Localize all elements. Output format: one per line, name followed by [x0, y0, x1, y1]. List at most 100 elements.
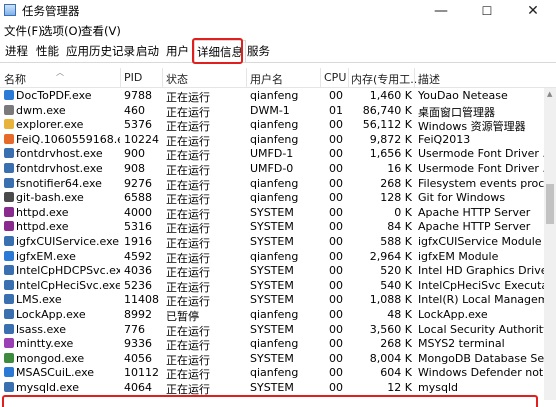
table-row[interactable]: git-bash.exe 6588 正在运行 qianfeng 00 128 K Git f… — [0, 190, 544, 206]
process-name: IntelCpHeciSvc.exe — [16, 278, 120, 292]
table-row[interactable]: httpd.exe 4000 正在运行 SYSTEM 00 0 K Apache HTTP … — [0, 205, 544, 221]
close-button[interactable]: ✕ — [510, 0, 556, 22]
process-memory: 2,964 K — [369, 249, 412, 263]
process-description: igfxCUIService Module — [418, 235, 542, 248]
process-memory: 84 K — [387, 220, 412, 234]
table-row[interactable]: IntelCpHeciSvc.exe 5236 正在运行 SYSTEM 00 540 KI… — [0, 278, 544, 294]
table-row[interactable]: httpd.exe 5316 正在运行 SYSTEM 00 84 K Apache HTTP… — [0, 219, 544, 235]
process-cpu: 00 — [329, 132, 343, 146]
minimize-button[interactable]: — — [418, 0, 464, 22]
tab-services[interactable]: 服务 — [247, 43, 270, 59]
process-description: Intel(R) Local Managem... — [418, 293, 544, 307]
process-cpu: 00 — [329, 220, 343, 234]
maximize-button[interactable]: ☐ — [464, 0, 510, 22]
process-memory: 1,088 K — [369, 293, 412, 307]
process-pid: 9336 — [124, 337, 152, 351]
process-name: mintty.exe — [16, 337, 74, 351]
process-memory: 56,112 K — [362, 118, 412, 132]
process-cpu: 00 — [329, 308, 343, 321]
process-memory: 8,004 K — [369, 351, 412, 365]
tab-users[interactable]: 用户 — [166, 43, 189, 59]
process-description: MongoDB Database Ser... — [418, 351, 544, 365]
process-name: IntelCpHDCPSvc.exe — [16, 264, 120, 278]
tab-startup[interactable]: 启动 — [136, 43, 159, 59]
table-row[interactable]: LockApp.exe 8992 已暂停 qianfeng 00 48 K LockApp.… — [0, 307, 544, 323]
process-user: qianfeng — [250, 249, 299, 263]
vertical-scrollbar[interactable]: ▲ — [544, 88, 556, 400]
process-cpu: 00 — [329, 191, 343, 205]
table-row[interactable]: igfxCUIService.exe 1916 正在运行 SYSTEM 00 588 Ki… — [0, 234, 544, 250]
col-memory[interactable]: 内存(专用工... — [351, 71, 421, 87]
table-row[interactable]: lsass.exe 776 正在运行 SYSTEM 00 3,560 K Local Sec… — [0, 322, 544, 338]
table-row[interactable]: fsnotifier64.exe 9276 正在运行 qianfeng 00 268 KF… — [0, 176, 544, 192]
process-user: SYSTEM — [250, 205, 294, 219]
process-name: explorer.exe — [16, 118, 84, 132]
table-row[interactable]: MSASCuiL.exe 10112 正在运行 qianfeng 00 604 K Wind… — [0, 365, 544, 381]
process-cpu: 00 — [329, 337, 343, 351]
process-cpu: 00 — [329, 381, 343, 394]
process-description: Intel HD Graphics Drive... — [418, 264, 544, 278]
table-row[interactable]: LMS.exe 11408 正在运行 SYSTEM 00 1,088 K Intel(R) … — [0, 292, 544, 308]
table-row[interactable]: igfxEM.exe 4592 正在运行 qianfeng 00 2,964 KigfxE… — [0, 249, 544, 265]
process-icon — [4, 382, 14, 392]
process-description: IntelCpHeciSvc Executa... — [418, 278, 544, 292]
table-row[interactable]: DocToPDF.exe 9788 正在运行 qianfeng 00 1,460 K You… — [0, 88, 544, 104]
col-status[interactable]: 状态 — [166, 71, 188, 87]
table-row[interactable]: mintty.exe 9336 正在运行 qianfeng 00 268 K MSYS2 t… — [0, 336, 544, 352]
process-pid: 11408 — [124, 293, 159, 307]
process-icon — [4, 119, 14, 130]
process-pid: 10224 — [124, 132, 159, 146]
tab-processes[interactable]: 进程 — [5, 43, 28, 59]
col-cpu[interactable]: CPU — [324, 71, 346, 84]
process-memory: 48 K — [387, 308, 412, 321]
table-row[interactable]: mongod.exe 4056 正在运行 SYSTEM 00 8,004 K MongoDB… — [0, 351, 544, 367]
table-row[interactable]: FeiQ.1060559168.exe10224正在运行qianfeng009,… — [0, 132, 544, 148]
process-memory: 268 K — [380, 176, 412, 190]
menu-options[interactable]: 选项(O) — [41, 23, 82, 39]
process-name: DocToPDF.exe — [16, 89, 92, 102]
table-row[interactable]: IntelCpHDCPSvc.exe 4036 正在运行 SYSTEM 00 520 KI… — [0, 263, 544, 279]
process-description: MSYS2 terminal — [418, 337, 505, 351]
tab-bar: 进程 性能 应用历史记录 启动 用户 详细信息 服务 — [0, 40, 556, 63]
process-name: httpd.exe — [16, 205, 69, 219]
sort-up-icon: ︿ — [56, 68, 64, 77]
process-memory: 268 K — [380, 337, 412, 351]
process-cpu: 00 — [329, 235, 343, 248]
process-user: SYSTEM — [250, 220, 294, 234]
tab-performance[interactable]: 性能 — [36, 43, 59, 59]
menu-file[interactable]: 文件(F) — [4, 23, 43, 39]
col-name[interactable]: 名称 — [4, 71, 26, 87]
process-icon — [4, 221, 14, 232]
process-cpu: 00 — [329, 278, 343, 292]
process-memory: 520 K — [380, 264, 412, 278]
col-user[interactable]: 用户名 — [250, 71, 283, 87]
table-row[interactable]: explorer.exe 5376 正在运行 qianfeng 00 56,112 K Wi… — [0, 117, 544, 133]
process-description: Apache HTTP Server — [418, 205, 531, 219]
process-pid: 9276 — [124, 176, 152, 190]
menu-view[interactable]: 查看(V) — [81, 23, 121, 39]
table-row[interactable]: fontdrvhost.exe 900 正在运行 UMFD-1 00 1,656 K Use… — [0, 146, 544, 162]
scroll-up-icon[interactable]: ▲ — [547, 90, 552, 98]
process-user: SYSTEM — [250, 293, 294, 307]
table-row[interactable]: mysqld.exe 4064 正在运行 SYSTEM 00 12 Kmysqld — [0, 380, 544, 396]
table-row[interactable]: dwm.exe 460 正在运行 DWM-1 01 86,740 K 桌面窗口管理器 — [0, 103, 544, 119]
table-row[interactable]: fontdrvhost.exe 908 正在运行 UMFD-0 00 16 K Usermo… — [0, 161, 544, 177]
process-memory: 540 K — [380, 278, 412, 292]
process-memory: 16 K — [387, 162, 412, 175]
process-icon — [4, 367, 14, 378]
process-description: LockApp.exe — [418, 308, 488, 321]
process-user: qianfeng — [250, 89, 299, 102]
process-user: SYSTEM — [250, 322, 294, 336]
process-user: SYSTEM — [250, 278, 294, 292]
process-description: FeiQ2013 — [418, 132, 471, 146]
process-pid: 776 — [124, 322, 145, 336]
process-icon — [4, 294, 14, 305]
process-name: igfxEM.exe — [16, 249, 76, 263]
process-icon — [4, 236, 14, 246]
scroll-thumb[interactable] — [546, 184, 554, 224]
process-pid: 4036 — [124, 264, 152, 278]
process-description: igfxEM Module — [418, 249, 499, 263]
tab-app-history[interactable]: 应用历史记录 — [66, 43, 135, 59]
col-description[interactable]: 描述 — [418, 71, 440, 87]
col-pid[interactable]: PID — [124, 71, 142, 84]
